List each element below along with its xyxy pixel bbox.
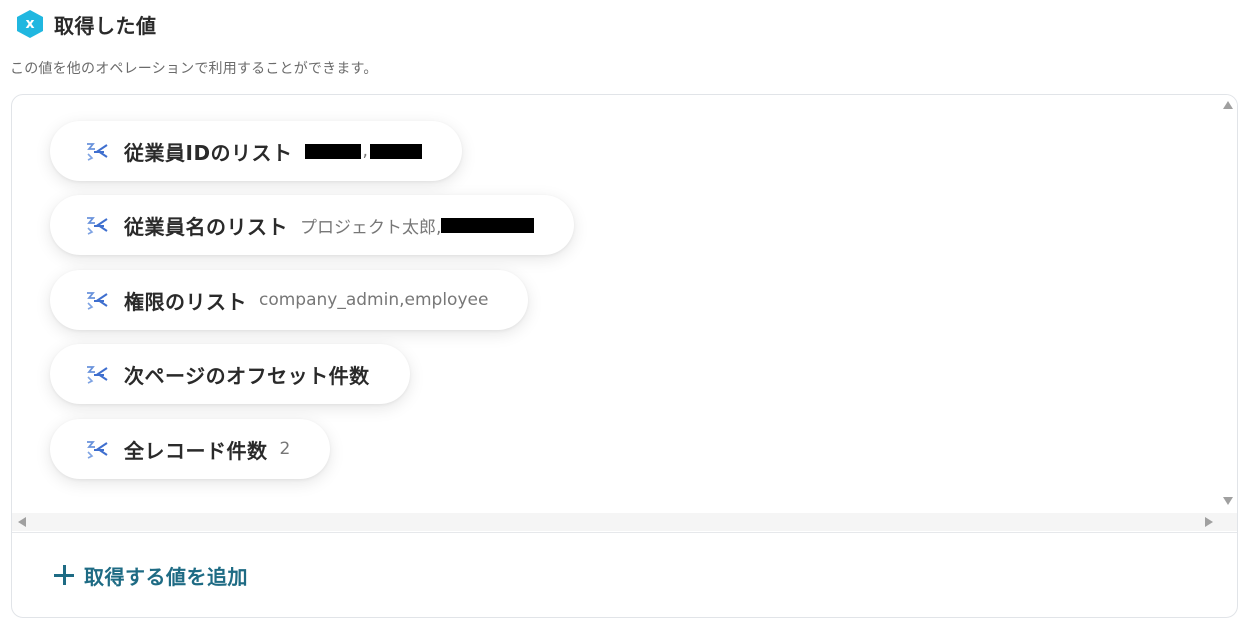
redacted-block [441, 217, 535, 233]
value-item-preview: プロジェクト太郎, [300, 213, 535, 238]
add-value-button[interactable]: 取得する値を追加 [54, 560, 248, 590]
scroll-up-icon[interactable] [1223, 101, 1233, 109]
value-item-employee-names[interactable]: 従業員名のリスト プロジェクト太郎, [50, 195, 575, 255]
value-item-permissions[interactable]: 権限のリスト company_admin,employee [50, 270, 529, 330]
badge-letter: x [25, 15, 35, 32]
extract-arrows-icon [84, 140, 110, 162]
extract-arrows-icon [84, 214, 110, 236]
redacted-block [304, 143, 361, 159]
value-text: プロジェクト太郎, [300, 217, 442, 238]
value-item-preview: 2 [279, 439, 291, 459]
value-item-employee-ids[interactable]: 従業員IDのリスト , [50, 121, 462, 181]
value-item-label: 従業員名のリスト [124, 214, 288, 239]
extract-arrows-icon [84, 363, 110, 385]
values-panel: 従業員IDのリスト , 従業員名のリスト プロジェクト太郎, 権限のリスト co… [11, 94, 1238, 618]
scroll-down-icon[interactable] [1223, 497, 1233, 505]
value-item-preview: , [304, 141, 422, 161]
scroll-left-icon[interactable] [18, 517, 26, 527]
value-item-label: 権限のリスト [124, 289, 247, 314]
horizontal-scrollbar[interactable] [12, 513, 1237, 531]
section-title: 取得した値 [54, 13, 157, 38]
redacted-block [369, 143, 422, 159]
value-item-total-records[interactable]: 全レコード件数 2 [50, 419, 331, 479]
values-scroll-area[interactable]: 従業員IDのリスト , 従業員名のリスト プロジェクト太郎, 権限のリスト co… [12, 95, 1237, 532]
value-item-label: 全レコード件数 [124, 438, 268, 463]
value-separator: , [362, 141, 368, 161]
vertical-scrollbar[interactable] [1219, 95, 1237, 513]
extract-arrows-icon [84, 438, 110, 460]
value-item-label: 従業員IDのリスト [124, 140, 293, 165]
add-value-label: 取得する値を追加 [84, 564, 248, 589]
value-item-preview: company_admin,employee [259, 290, 489, 310]
section-header: x 取得した値 [14, 8, 157, 40]
value-item-next-offset[interactable]: 次ページのオフセット件数 [50, 344, 410, 404]
plus-icon [54, 565, 74, 585]
section-description: この値を他のオペレーションで利用することができます。 [10, 61, 378, 77]
extract-arrows-icon [84, 289, 110, 311]
scroll-right-icon[interactable] [1205, 517, 1213, 527]
value-item-label: 次ページのオフセット件数 [124, 363, 370, 388]
panel-divider [12, 532, 1237, 533]
variable-badge-icon: x [14, 8, 46, 40]
